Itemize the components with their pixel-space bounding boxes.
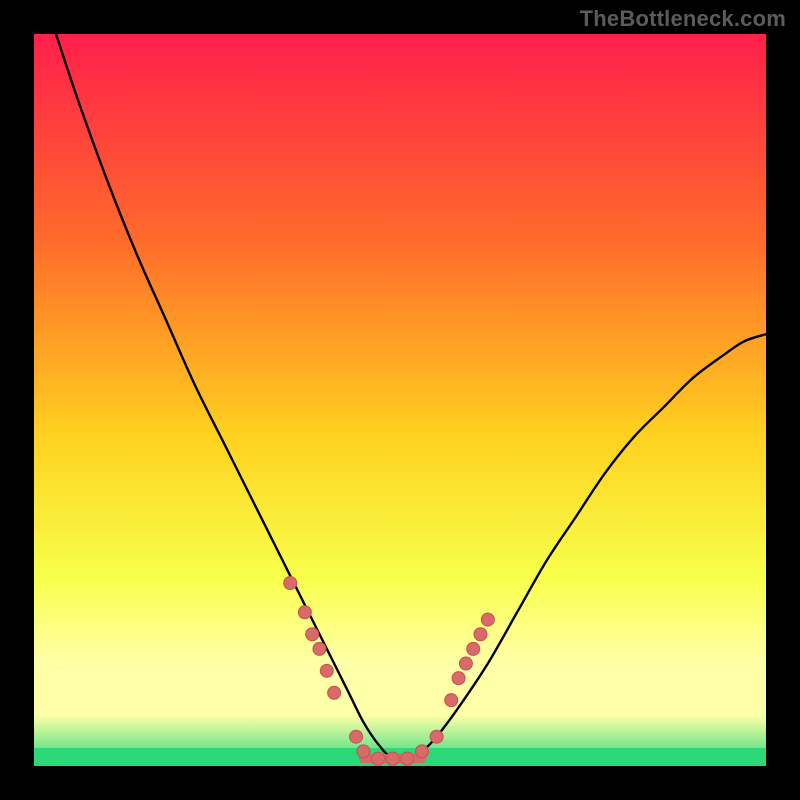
curve-marker	[459, 657, 472, 670]
curve-marker	[467, 642, 480, 655]
curve-marker	[357, 745, 370, 758]
curve-marker	[445, 694, 458, 707]
curve-marker	[430, 730, 443, 743]
curve-marker	[350, 730, 363, 743]
curve-marker	[328, 686, 341, 699]
curve-marker	[298, 606, 311, 619]
curve-marker	[415, 745, 428, 758]
bottleneck-chart	[0, 0, 800, 800]
plot-area	[34, 34, 766, 766]
curve-marker	[284, 577, 297, 590]
curve-marker	[306, 628, 319, 641]
curve-marker	[313, 642, 326, 655]
curve-marker	[481, 613, 494, 626]
curve-marker	[474, 628, 487, 641]
watermark-text: TheBottleneck.com	[580, 6, 786, 32]
curve-marker	[386, 752, 399, 765]
curve-marker	[401, 752, 414, 765]
curve-marker	[372, 752, 385, 765]
curve-marker	[452, 672, 465, 685]
curve-marker	[320, 664, 333, 677]
